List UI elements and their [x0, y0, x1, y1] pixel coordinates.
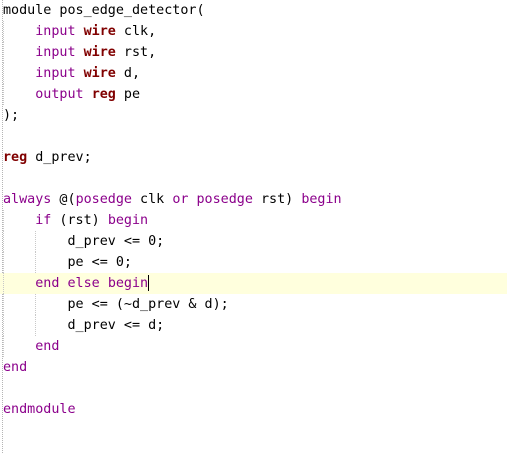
code-line[interactable]: end	[0, 357, 507, 378]
code-text: clk	[132, 192, 173, 207]
code-line[interactable]: input wire rst,	[0, 42, 507, 63]
indent-guide	[3, 21, 4, 42]
code-type: reg	[3, 150, 28, 165]
code-keyword: or	[172, 192, 189, 207]
indent-guide	[3, 84, 4, 105]
code-keyword: input	[35, 45, 76, 60]
code-line[interactable]: reg d_prev;	[0, 147, 507, 168]
indent-guide	[3, 231, 4, 252]
code-keyword: else	[67, 276, 100, 291]
indent-guide	[3, 315, 4, 336]
code-line[interactable]: input wire d,	[0, 63, 507, 84]
code-type: wire	[83, 66, 116, 81]
code-text: d,	[115, 66, 141, 81]
code-keyword: posedge	[196, 192, 253, 207]
indent-guide	[3, 42, 4, 63]
code-text: module	[3, 3, 52, 18]
indent-guide	[35, 231, 37, 252]
code-type: wire	[83, 45, 116, 60]
code-text: );	[3, 108, 20, 123]
code-lines[interactable]: module pos_edge_detector( input wire clk…	[0, 0, 507, 462]
code-line[interactable]: end	[0, 336, 507, 357]
indent-guide	[3, 273, 4, 294]
indent-guide	[35, 294, 37, 315]
code-text: rst,	[115, 45, 157, 60]
code-keyword: posedge	[75, 192, 132, 207]
indent-guide	[3, 63, 4, 84]
indent-guide	[3, 294, 4, 315]
code-line[interactable]	[0, 378, 507, 399]
code-keyword: begin	[107, 276, 149, 291]
code-keyword: end	[3, 360, 28, 375]
code-type: reg	[91, 87, 116, 102]
code-line[interactable]: output reg pe	[0, 84, 507, 105]
code-line[interactable]: input wire clk,	[0, 21, 507, 42]
code-line[interactable]: pe <= (~d_prev & d);	[0, 294, 507, 315]
code-line[interactable]	[0, 420, 507, 441]
code-line[interactable]	[0, 441, 507, 462]
code-text: d_prev;	[27, 150, 92, 165]
code-keyword: endmodule	[3, 402, 76, 417]
code-line[interactable]: pe <= 0;	[0, 252, 507, 273]
code-line[interactable]: d_prev <= 0;	[0, 231, 507, 252]
code-line[interactable]	[0, 168, 507, 189]
code-text: pos_edge_detector(	[51, 3, 205, 18]
text-caret	[148, 275, 150, 291]
code-text: d_prev <= 0;	[3, 234, 165, 249]
indent-guide	[3, 252, 4, 273]
code-keyword: end	[35, 276, 60, 291]
code-keyword: always	[3, 192, 52, 207]
code-line[interactable]: );	[0, 105, 507, 126]
code-text: pe <= 0;	[3, 255, 132, 270]
code-line[interactable]: always @(posedge clk or posedge rst) beg…	[0, 189, 507, 210]
code-text: (rst)	[51, 213, 108, 228]
code-text: clk,	[115, 24, 157, 39]
code-keyword: begin	[107, 213, 149, 228]
code-keyword: input	[35, 66, 76, 81]
code-text: pe	[115, 87, 141, 102]
indent-guide	[3, 210, 4, 231]
code-keyword: output	[35, 87, 84, 102]
code-type: wire	[83, 24, 116, 39]
code-keyword: if	[35, 213, 52, 228]
code-line[interactable]: module pos_edge_detector(	[0, 0, 507, 21]
code-line-current[interactable]: end else begin	[0, 273, 507, 294]
code-keyword: end	[35, 339, 60, 354]
code-text: d_prev <= d;	[3, 318, 165, 333]
code-line[interactable]: endmodule	[0, 399, 507, 420]
indent-guide	[3, 336, 4, 357]
code-keyword: begin	[301, 192, 342, 207]
code-line[interactable]: d_prev <= d;	[0, 315, 507, 336]
code-keyword: input	[35, 24, 76, 39]
code-editor[interactable]: module pos_edge_detector( input wire clk…	[0, 0, 507, 453]
code-line[interactable]	[0, 126, 507, 147]
indent-guide	[35, 252, 37, 273]
code-text: rst)	[252, 192, 302, 207]
indent-guide	[35, 315, 37, 336]
code-text: @(	[51, 192, 76, 207]
code-line[interactable]: if (rst) begin	[0, 210, 507, 231]
code-text: pe <= (~d_prev & d);	[3, 297, 229, 312]
